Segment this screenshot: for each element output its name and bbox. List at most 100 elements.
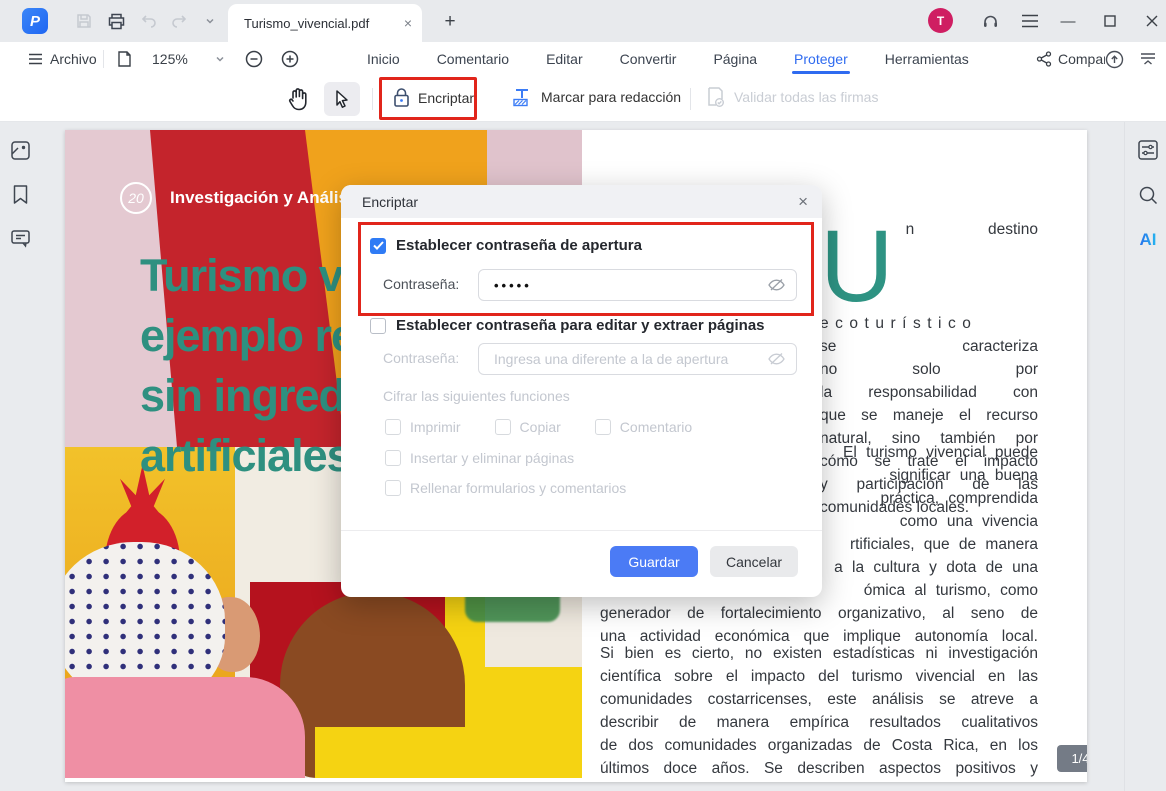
tab-convertir[interactable]: Convertir: [618, 42, 679, 76]
tab-inicio[interactable]: Inicio: [365, 42, 402, 76]
encrypt-button[interactable]: Encriptar: [393, 87, 474, 108]
support-headset-icon[interactable]: [978, 9, 1002, 33]
text-line: generador de fortalecimiento organizativ…: [600, 602, 1038, 625]
lock-icon: [393, 87, 410, 108]
undo-icon[interactable]: [136, 9, 160, 33]
app-logo: P: [22, 8, 48, 34]
document-tab-title: Turismo_vivencial.pdf: [244, 16, 404, 31]
encrypt-dialog: Encriptar × Establecer contraseña de ape…: [341, 185, 822, 597]
zoom-level-text: 125%: [152, 51, 188, 67]
text-line: posibles impactos en ambas comunidades o…: [600, 780, 1038, 782]
person-shirt-right: [315, 727, 582, 778]
masked-password: •••••: [494, 278, 767, 293]
share-button[interactable]: Compartir: [1036, 42, 1105, 76]
eye-slash-icon[interactable]: [767, 277, 786, 293]
open-password-field-label: Contraseña:: [383, 276, 459, 294]
paragraph-three: Si bien es cierto, no existen estadístic…: [600, 642, 1038, 782]
protect-toolbar: Encriptar Marcar para redacción Validar …: [0, 76, 1166, 122]
title-bar: P Turismo_vivencial.pdf × + T —: [0, 0, 1166, 42]
upload-cloud-icon[interactable]: [1104, 42, 1125, 76]
perm-password-checkbox[interactable]: [370, 318, 386, 334]
open-password-label: Establecer contraseña de apertura: [396, 237, 642, 254]
properties-panel-icon[interactable]: [1136, 138, 1160, 162]
dialog-footer-divider: [341, 530, 822, 531]
tab-proteger[interactable]: Proteger: [792, 42, 850, 76]
perm-password-checkbox-row: Establecer contraseña para editar y extr…: [370, 317, 765, 334]
zoom-level-value[interactable]: 125%: [152, 42, 188, 76]
document-tab[interactable]: Turismo_vivencial.pdf ×: [228, 4, 422, 42]
file-menu[interactable]: Archivo: [28, 42, 97, 76]
hand-tool-icon[interactable]: [286, 86, 310, 117]
redaction-icon: [512, 87, 532, 107]
permission-options-row: Imprimir Copiar Comentario: [385, 419, 692, 435]
pdf-editor-window: P Turismo_vivencial.pdf × + T —: [0, 0, 1166, 791]
validate-signatures-icon: [706, 86, 725, 108]
section-title: Investigación y Análisis: [170, 188, 362, 208]
insert-delete-pages-row: Insertar y eliminar páginas: [385, 450, 574, 466]
ai-assistant-icon[interactable]: AI: [1136, 228, 1160, 252]
tab-pagina[interactable]: Página: [711, 42, 759, 76]
person-shirt: [65, 677, 305, 778]
minimize-button[interactable]: —: [1055, 8, 1081, 34]
imprimir-checkbox: [385, 419, 401, 435]
thumbnails-panel-icon[interactable]: [8, 138, 32, 162]
insert-pages-checkbox: [385, 450, 401, 466]
perm-password-field-label: Contraseña:: [383, 350, 459, 368]
text-line: Si bien es cierto, no existen estadístic…: [600, 642, 1038, 665]
maximize-button[interactable]: [1097, 8, 1123, 34]
text-line: se caracteriza: [820, 335, 1038, 358]
collapse-toolbar-icon[interactable]: [1140, 42, 1156, 76]
open-password-input[interactable]: •••••: [478, 269, 797, 301]
tab-editar[interactable]: Editar: [544, 42, 585, 76]
encrypt-label: Encriptar: [418, 90, 474, 106]
print-icon[interactable]: [104, 9, 128, 33]
menu-bar: Archivo 125% Inicio Comentario Editar Co…: [0, 42, 1166, 76]
divider: [103, 50, 104, 68]
zoom-dropdown-icon[interactable]: [215, 42, 225, 76]
new-tab-icon[interactable]: +: [438, 10, 462, 34]
app-menu-icon[interactable]: [1018, 9, 1042, 33]
text-line: la responsabilidad con: [820, 381, 1038, 404]
bookmarks-panel-icon[interactable]: [8, 182, 32, 206]
redo-icon[interactable]: [168, 9, 192, 33]
copiar-checkbox: [495, 419, 511, 435]
page-fit-icon[interactable]: [116, 42, 133, 76]
hamburger-icon: [28, 53, 43, 65]
dropcap-letter: U: [820, 222, 894, 312]
share-label: Compartir: [1058, 51, 1105, 67]
history-dropdown-icon[interactable]: [198, 9, 222, 33]
save-icon[interactable]: [72, 9, 96, 33]
fill-forms-row: Rellenar formularios y comentarios: [385, 480, 626, 496]
open-password-checkbox-row: Establecer contraseña de apertura: [370, 237, 642, 254]
close-tab-icon[interactable]: ×: [404, 15, 412, 31]
page-number-badge: 20: [120, 182, 152, 214]
cifrar-functions-label: Cifrar las siguientes funciones: [383, 388, 570, 406]
copiar-label: Copiar: [520, 419, 561, 435]
user-avatar[interactable]: T: [928, 8, 953, 33]
validate-signatures-button: Validar todas las firmas: [706, 86, 878, 108]
dialog-title: Encriptar: [362, 194, 798, 210]
dialog-close-icon[interactable]: ×: [798, 192, 808, 212]
dialog-header: Encriptar ×: [341, 185, 822, 218]
text-line: no solo por: [820, 358, 1038, 381]
open-password-checkbox[interactable]: [370, 238, 386, 254]
comments-panel-icon[interactable]: [8, 226, 32, 250]
text-line: últimos doce años. Se describen aspectos…: [600, 757, 1038, 780]
redaction-label: Marcar para redacción: [541, 89, 681, 105]
select-tool-icon[interactable]: [324, 82, 360, 116]
fill-forms-label: Rellenar formularios y comentarios: [410, 480, 626, 496]
zoom-in-icon[interactable]: [280, 42, 300, 76]
tab-herramientas[interactable]: Herramientas: [883, 42, 971, 76]
perm-password-label: Establecer contraseña para editar y extr…: [396, 317, 765, 334]
text-line: de dos comunidades organizadas de Costa …: [600, 734, 1038, 757]
save-button[interactable]: Guardar: [610, 546, 698, 577]
tab-comentario[interactable]: Comentario: [435, 42, 511, 76]
zoom-out-icon[interactable]: [244, 42, 264, 76]
search-icon[interactable]: [1136, 183, 1160, 207]
redaction-button[interactable]: Marcar para redacción: [512, 87, 681, 107]
cancel-button[interactable]: Cancelar: [710, 546, 798, 577]
close-window-button[interactable]: [1139, 8, 1165, 34]
fill-forms-checkbox: [385, 480, 401, 496]
comentario-checkbox: [595, 419, 611, 435]
left-sidebar: [8, 138, 32, 250]
